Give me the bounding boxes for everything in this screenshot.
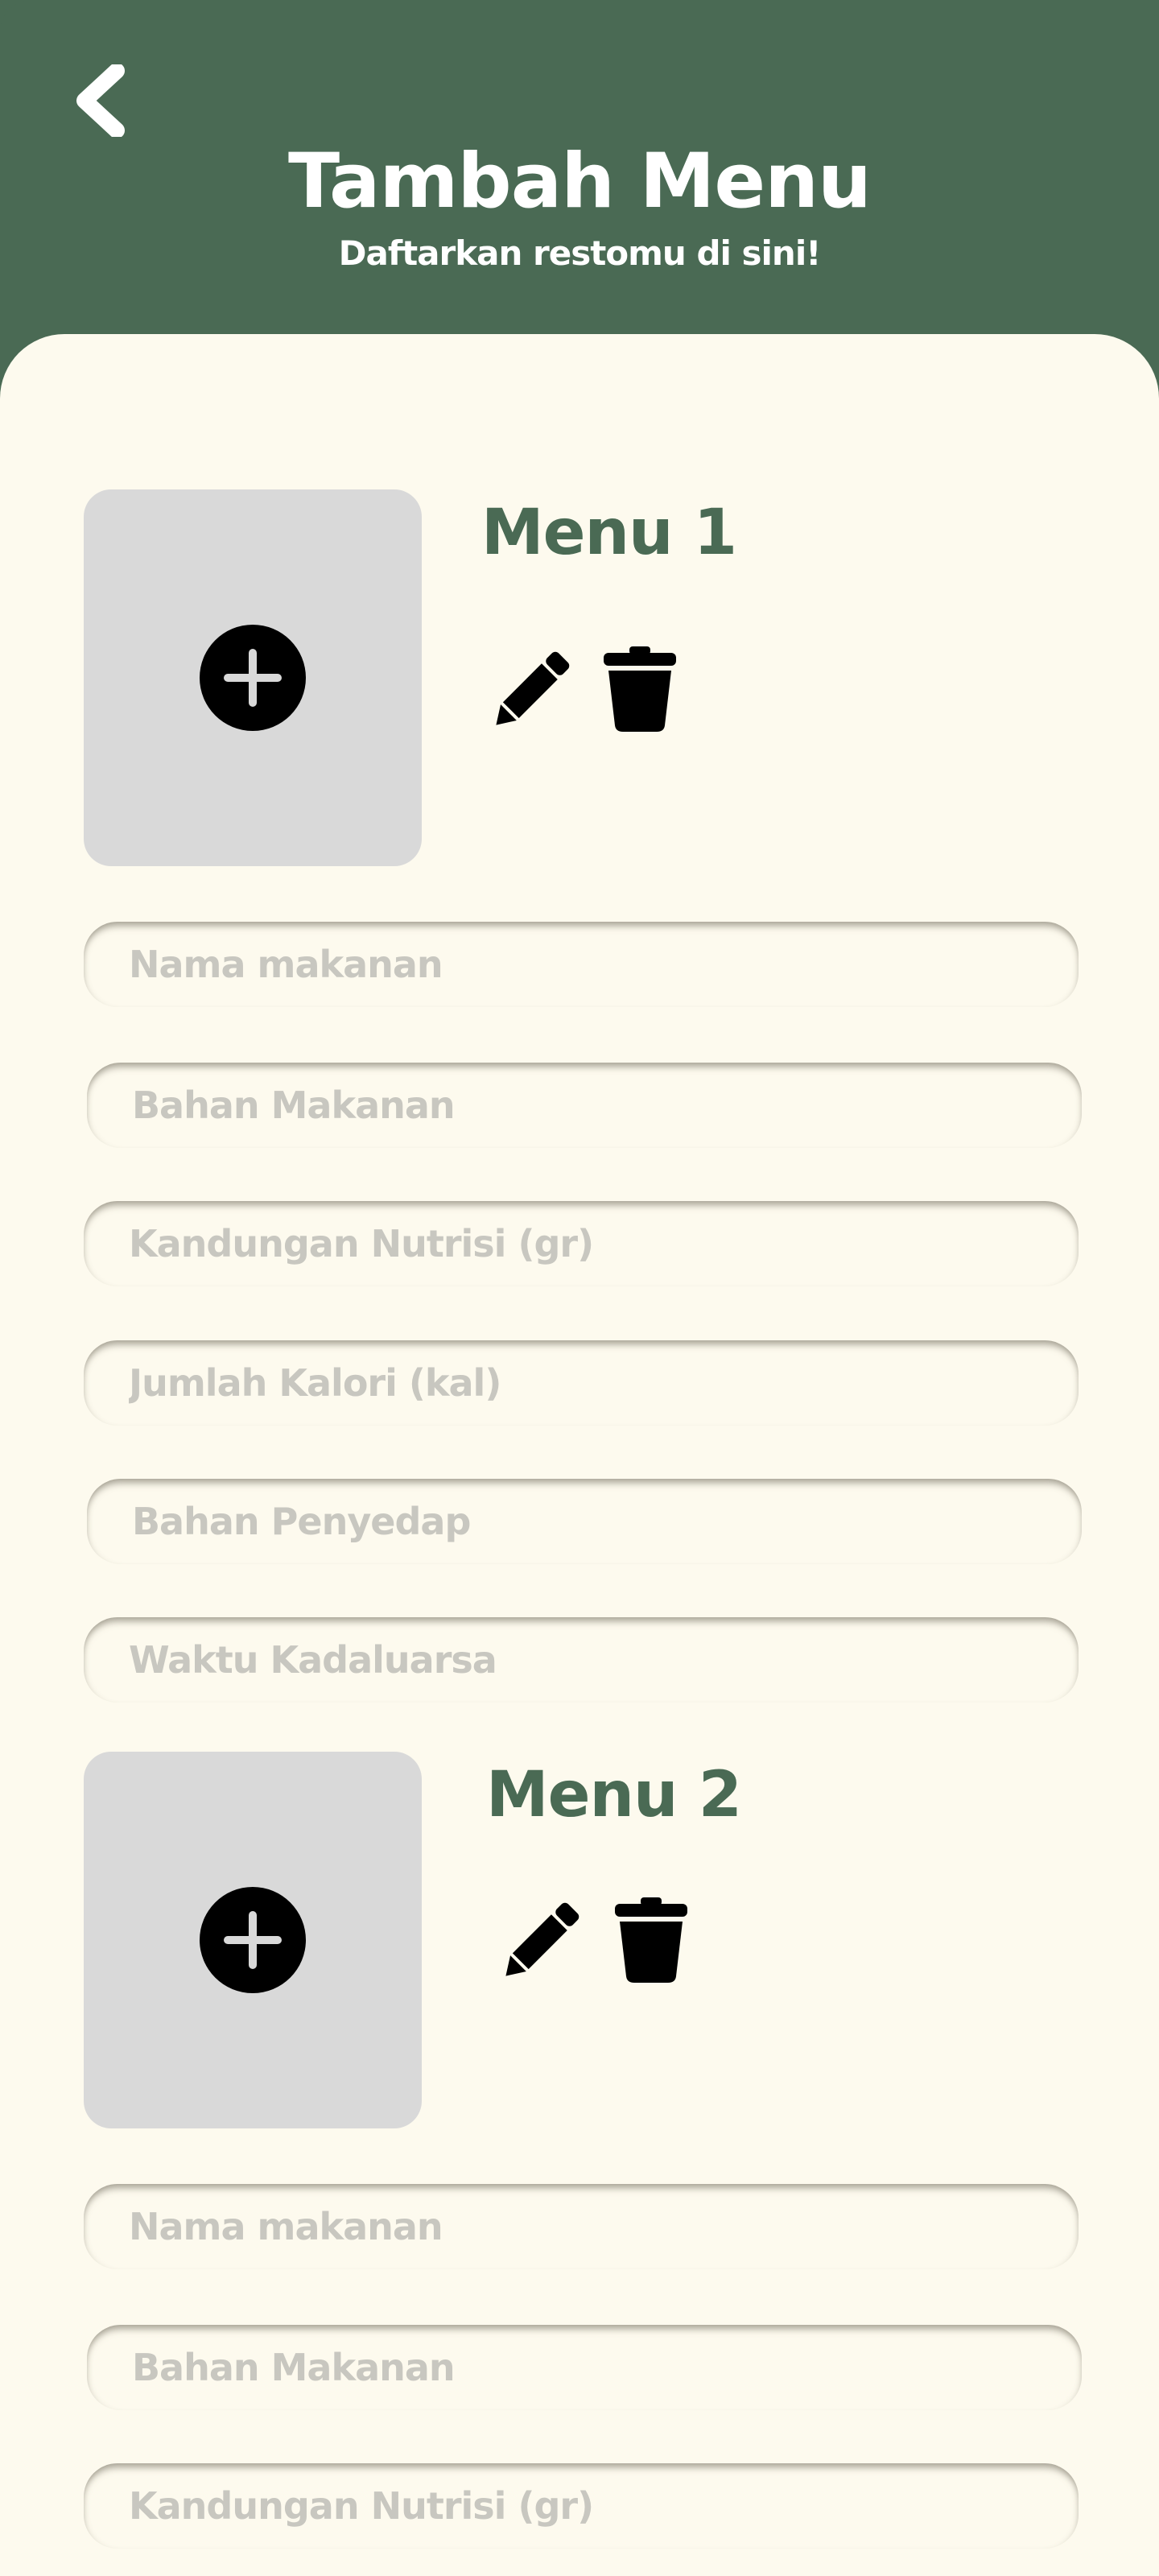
- page-subtitle: Daftarkan restomu di sini!: [338, 233, 822, 273]
- menu-photo-upload[interactable]: [84, 1752, 422, 2128]
- trash-icon[interactable]: [613, 1897, 689, 1983]
- food-name-field[interactable]: [84, 2184, 1079, 2269]
- seasoning-field[interactable]: [87, 1479, 1082, 1564]
- nutrition-field[interactable]: [84, 2463, 1079, 2549]
- food-name-input[interactable]: [84, 922, 1079, 1007]
- pencil-icon[interactable]: [493, 1899, 583, 1989]
- food-name-input[interactable]: [84, 2184, 1079, 2269]
- expiry-input[interactable]: [84, 1617, 1079, 1703]
- seasoning-input[interactable]: [87, 1479, 1082, 1564]
- calories-field[interactable]: [84, 1340, 1079, 1426]
- ingredients-field[interactable]: [87, 1063, 1082, 1148]
- nutrition-field[interactable]: [84, 1201, 1079, 1286]
- food-name-field[interactable]: [84, 922, 1079, 1007]
- pencil-icon[interactable]: [483, 648, 573, 738]
- nutrition-input[interactable]: [84, 1201, 1079, 1286]
- page-title: Tambah Menu: [288, 138, 872, 225]
- ingredients-input[interactable]: [87, 1063, 1082, 1148]
- ingredients-input[interactable]: [87, 2325, 1082, 2410]
- back-button[interactable]: [64, 56, 137, 145]
- chevron-left-icon: [76, 64, 125, 137]
- expiry-field[interactable]: [84, 1617, 1079, 1703]
- plus-circle-icon: [200, 625, 306, 731]
- trash-icon[interactable]: [602, 646, 678, 732]
- ingredients-field[interactable]: [87, 2325, 1082, 2410]
- form-container: Menu 1 Menu 2: [0, 334, 1159, 2576]
- menu-photo-upload[interactable]: [84, 489, 422, 866]
- menu-title: Menu 1: [481, 497, 737, 569]
- plus-circle-icon: [200, 1887, 306, 1993]
- menu-title: Menu 2: [486, 1759, 742, 1831]
- nutrition-input[interactable]: [84, 2463, 1079, 2549]
- calories-input[interactable]: [84, 1340, 1079, 1426]
